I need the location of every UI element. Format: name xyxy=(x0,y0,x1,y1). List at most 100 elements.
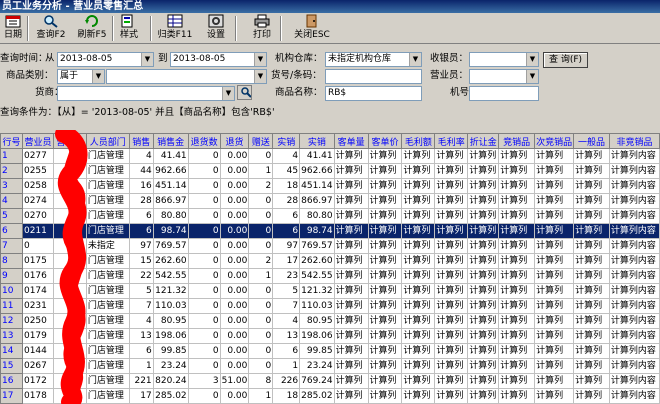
table-cell[interactable]: 22 xyxy=(128,268,154,284)
table-cell[interactable]: 计算列内容 xyxy=(608,328,660,344)
table-cell[interactable]: 451.14 xyxy=(299,178,335,194)
table-cell[interactable]: 18 xyxy=(272,178,301,194)
table-cell[interactable]: 4 xyxy=(272,313,301,329)
table-cell[interactable]: 计算列 xyxy=(367,268,403,284)
table-cell[interactable]: 820.24 xyxy=(152,373,189,389)
table-cell[interactable]: 23.24 xyxy=(152,358,189,374)
table-cell[interactable]: 6 xyxy=(128,343,154,359)
table-cell[interactable]: 计算列 xyxy=(434,343,469,359)
table-cell[interactable]: 0 xyxy=(248,313,274,329)
table-cell[interactable]: 计算列 xyxy=(401,343,436,359)
table-cell[interactable]: 542.55 xyxy=(152,268,189,284)
table-cell[interactable]: 80.80 xyxy=(152,208,189,224)
table-row[interactable]: 4 0274 门店管理 28 866.97 0 0.00 0 28 866.97 计算列 计算列 计算列… xyxy=(0,193,660,209)
column-header[interactable]: 实销 xyxy=(272,133,301,149)
table-cell[interactable]: 门店管理 xyxy=(85,253,130,269)
table-cell[interactable]: 计算列 xyxy=(467,328,500,344)
table-cell[interactable]: 门店管理 xyxy=(85,388,130,404)
table-cell[interactable]: 计算列内容 xyxy=(608,313,660,329)
table-row[interactable]: 6 0211 门店管理 6 98.74 0 0.00 0 6 98.74 计算列 计算列 计算列 计算列计… xyxy=(0,223,660,239)
table-cell[interactable]: 计算列 xyxy=(498,238,536,254)
results-grid[interactable]: 行号 营业员 营业员 人员部门 销售 销售金 退货数 退货 赠送 实销 实销 客单量 客单价 毛利额 毛利率… xyxy=(0,133,660,404)
table-cell[interactable]: 121.32 xyxy=(152,283,189,299)
table-cell[interactable] xyxy=(52,268,87,284)
table-cell[interactable]: 计算列内容 xyxy=(608,358,660,374)
column-header[interactable]: 退货数 xyxy=(187,133,221,149)
table-cell[interactable]: 0.00 xyxy=(219,208,250,224)
chevron-down-icon[interactable]: ▼ xyxy=(409,53,421,66)
column-header[interactable]: 非竞销品 xyxy=(608,133,660,149)
table-cell[interactable]: 计算列 xyxy=(467,358,500,374)
table-cell[interactable]: 计算列内容 xyxy=(608,238,660,254)
table-cell[interactable]: 计算列 xyxy=(401,178,436,194)
table-cell[interactable]: 门店管理 xyxy=(85,163,130,179)
chevron-down-icon[interactable]: ▼ xyxy=(254,70,266,83)
category-mode-select[interactable]: 属于 ▼ xyxy=(57,69,105,84)
table-cell[interactable]: 门店管理 xyxy=(85,343,130,359)
column-header[interactable]: 折让金 xyxy=(467,133,500,149)
table-cell[interactable]: 80.95 xyxy=(299,313,335,329)
table-row[interactable]: 14 0144 门店管理 6 99.85 0 0.00 0 6 99.85 计算列 计算列 计算列 计算列… xyxy=(0,343,660,359)
table-cell[interactable]: 计算列 xyxy=(573,328,610,344)
table-cell[interactable]: 计算列 xyxy=(573,238,610,254)
table-cell[interactable]: 0.00 xyxy=(219,268,250,284)
table-cell[interactable]: 计算列 xyxy=(367,148,403,164)
table-row[interactable]: 9 0176 门店管理 22 542.55 0 0.00 1 23 542.55 计算列 计算列 计算列… xyxy=(0,268,660,284)
table-cell[interactable]: 计算列 xyxy=(573,388,610,404)
table-cell[interactable]: 计算列 xyxy=(534,193,575,209)
table-cell[interactable]: 98.74 xyxy=(299,223,335,239)
table-cell[interactable]: 0.00 xyxy=(219,223,250,239)
table-row[interactable]: 8 0175 门店管理 15 262.60 0 0.00 2 17 262.60 计算列 计算列 计算列… xyxy=(0,253,660,269)
table-cell[interactable]: 0 xyxy=(187,223,221,239)
table-cell[interactable]: 0.00 xyxy=(219,148,250,164)
table-cell[interactable]: 17 xyxy=(128,388,154,404)
table-cell[interactable]: 6 xyxy=(128,223,154,239)
table-cell[interactable]: 计算列 xyxy=(434,208,469,224)
table-cell[interactable]: 计算列 xyxy=(573,208,610,224)
table-cell[interactable]: 769.57 xyxy=(152,238,189,254)
column-header[interactable]: 销售金 xyxy=(152,133,189,149)
table-cell[interactable]: 23.24 xyxy=(299,358,335,374)
column-header[interactable]: 营业员 xyxy=(21,133,54,149)
table-cell[interactable]: 计算列 xyxy=(333,238,369,254)
column-header[interactable]: 竞销品 xyxy=(498,133,536,149)
table-cell[interactable]: 计算列 xyxy=(367,253,403,269)
table-cell[interactable]: 542.55 xyxy=(299,268,335,284)
table-cell[interactable]: 计算列 xyxy=(498,193,536,209)
table-cell[interactable]: 0 xyxy=(187,343,221,359)
table-cell[interactable]: 计算列 xyxy=(434,388,469,404)
table-cell[interactable]: 计算列内容 xyxy=(608,148,660,164)
chevron-down-icon[interactable]: ▼ xyxy=(254,53,266,66)
table-cell[interactable]: 门店管理 xyxy=(85,193,130,209)
product-name-input[interactable]: RB$ xyxy=(325,86,422,101)
table-cell[interactable]: 计算列 xyxy=(498,163,536,179)
table-cell[interactable]: 计算列内容 xyxy=(608,163,660,179)
table-cell[interactable]: 计算列内容 xyxy=(608,253,660,269)
table-cell[interactable]: 计算列 xyxy=(333,328,369,344)
table-cell[interactable]: 计算列内容 xyxy=(608,208,660,224)
table-cell[interactable]: 计算列 xyxy=(498,343,536,359)
table-cell[interactable]: 226 xyxy=(272,373,301,389)
table-cell[interactable]: 计算列 xyxy=(333,343,369,359)
table-cell[interactable]: 0 xyxy=(187,313,221,329)
table-cell[interactable]: 0 xyxy=(248,193,274,209)
table-cell[interactable]: 计算列 xyxy=(573,148,610,164)
table-cell[interactable]: 计算列 xyxy=(498,253,536,269)
chevron-down-icon[interactable]: ▼ xyxy=(92,70,104,83)
table-cell[interactable]: 13 xyxy=(272,328,301,344)
table-cell[interactable]: 计算列 xyxy=(467,268,500,284)
table-cell[interactable]: 计算列 xyxy=(401,283,436,299)
table-cell[interactable]: 0 xyxy=(187,163,221,179)
table-cell[interactable]: 计算列内容 xyxy=(608,178,660,194)
table-cell[interactable]: 0.00 xyxy=(219,313,250,329)
table-cell[interactable]: 0277 xyxy=(21,148,54,164)
table-cell[interactable]: 0175 xyxy=(21,253,54,269)
column-header[interactable]: 客单价 xyxy=(367,133,403,149)
table-cell[interactable]: 51.00 xyxy=(219,373,250,389)
table-cell[interactable]: 计算列 xyxy=(434,268,469,284)
table-cell[interactable]: 计算列 xyxy=(434,283,469,299)
table-cell[interactable]: 计算列 xyxy=(333,358,369,374)
table-cell[interactable] xyxy=(52,148,87,164)
table-cell[interactable]: 计算列 xyxy=(534,343,575,359)
table-cell[interactable]: 门店管理 xyxy=(85,148,130,164)
